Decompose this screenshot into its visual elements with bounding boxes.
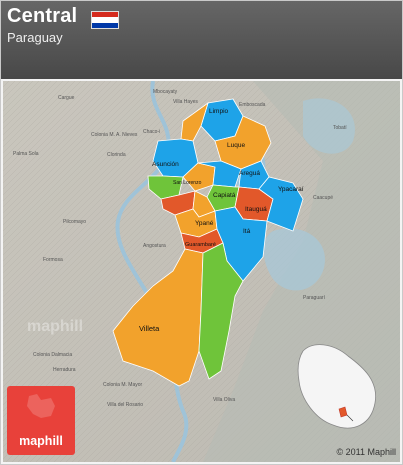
- bg-label-tobati: Tobatí: [333, 125, 347, 131]
- district-label-guarambare: Guarambaré: [185, 242, 216, 248]
- page-subtitle: Paraguay: [7, 30, 63, 45]
- district-label-luque: Luque: [227, 142, 245, 149]
- district-label-ypacarai: Ypacaraí: [278, 186, 304, 193]
- bg-label-mbocayaty: Mbocayaty: [153, 89, 178, 95]
- logo-text: maphill: [19, 434, 63, 448]
- bg-label-paraguari: Paraguarí: [303, 295, 326, 301]
- district-label-itaugua: Itauguá: [245, 206, 267, 213]
- district-label-ita: Itá: [243, 228, 251, 235]
- bg-label-villa-del-rosario: Villa del Rosario: [107, 402, 143, 408]
- bg-label-formosa: Formosa: [43, 257, 63, 263]
- paraguay-flag-icon: [91, 11, 119, 29]
- bg-label-emboscada: Emboscada: [239, 102, 266, 108]
- maphill-logo[interactable]: maphill: [7, 386, 75, 455]
- logo-mark-icon: [27, 394, 55, 418]
- copyright-text: © 2011 Maphill: [336, 447, 397, 457]
- bg-label-villa-oliva: Villa Oliva: [213, 397, 235, 403]
- bg-label-cargue: Cargue: [58, 95, 75, 101]
- bg-label-angostura: Angostura: [143, 243, 166, 249]
- bg-label-colonia-m-a-nieves: Colonia M. A. Nieves: [91, 132, 138, 138]
- bg-label-palma-sola: Palma Sola: [13, 151, 39, 157]
- map-watermark: maphill: [27, 318, 83, 335]
- bg-label-clorinda: Clorinda: [107, 152, 126, 158]
- map-frame: Central Paraguay Limpio Luque Asunción A…: [0, 0, 403, 465]
- bg-label-herradura: Herradura: [53, 367, 76, 373]
- bg-label-colonia-dalmacia: Colonia Dalmacia: [33, 352, 72, 358]
- district-label-capiata: Capiatá: [213, 192, 236, 199]
- district-label-villeta: Villeta: [139, 324, 160, 333]
- page-title: Central: [7, 5, 78, 27]
- district-label-asuncion: Asunción: [152, 161, 179, 168]
- bg-label-caacupe: Caacupé: [313, 195, 333, 201]
- map-header: Central Paraguay: [1, 1, 402, 79]
- bg-label-chaco-i: Chaco-i: [143, 129, 160, 135]
- flag-stripe-blue: [92, 22, 118, 28]
- district-label-aregua: Areguá: [239, 170, 260, 177]
- district-label-limpio: Limpio: [209, 108, 229, 115]
- bg-label-pilcomayo: Pilcomayo: [63, 219, 86, 225]
- district-label-san-lorenzo: San Lorenzo: [173, 180, 202, 186]
- bg-label-villa-hayes: Villa Hayes: [173, 99, 198, 105]
- district-label-ypane: Ypané: [195, 220, 214, 227]
- bg-label-colonia-mayor: Colonia M. Mayor: [103, 382, 143, 388]
